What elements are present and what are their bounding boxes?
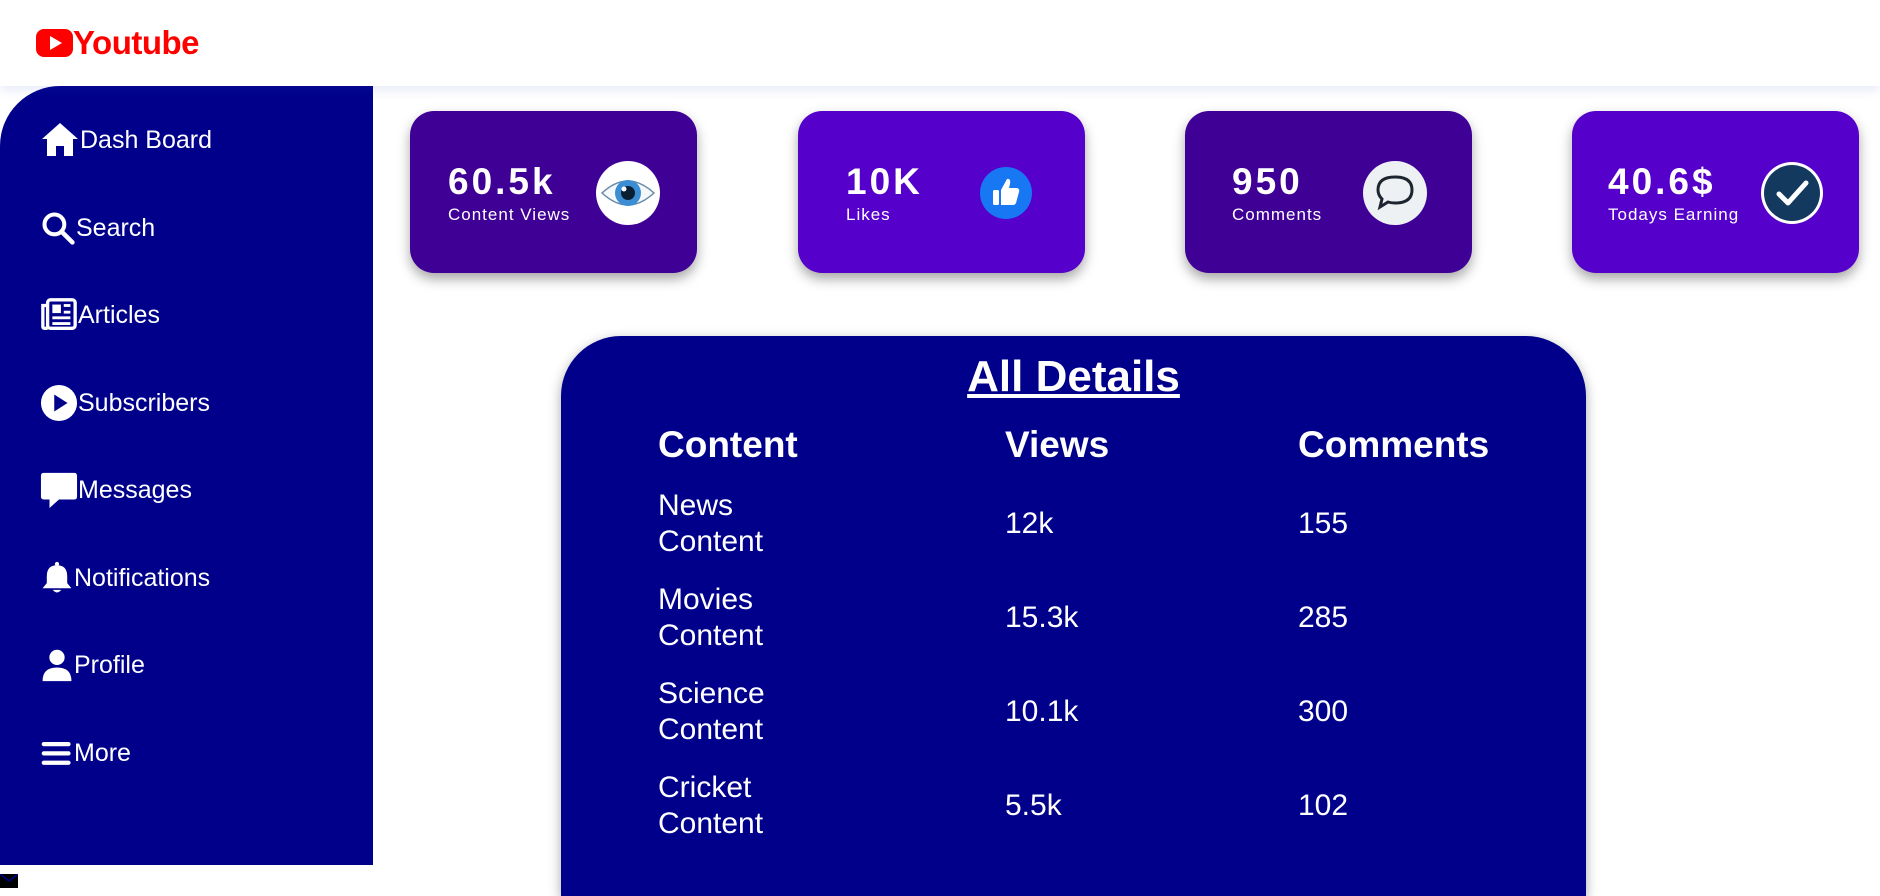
stat-value: 60.5k <box>448 161 556 202</box>
menu-icon <box>40 733 74 773</box>
table-cell-comments: 285 <box>1298 601 1349 634</box>
eye-icon <box>596 161 660 225</box>
sidebar-item-label: Messages <box>78 475 192 504</box>
table-row-content: Cricket Content <box>658 771 764 840</box>
logo-text: Youtube <box>73 24 200 61</box>
youtube-logo[interactable]: Youtube <box>36 24 200 62</box>
panel-title: All Details <box>967 352 1180 401</box>
sidebar-item-notifications[interactable]: Notifications <box>40 558 210 598</box>
sidebar-item-label: Dash Board <box>80 125 213 154</box>
sidebar-item-messages[interactable]: Messages <box>40 470 192 510</box>
sidebar-item-more[interactable]: More <box>40 733 131 773</box>
stat-label: Comments <box>1232 205 1323 224</box>
message-icon <box>40 470 78 510</box>
table-row-content: Movies Content <box>658 583 764 652</box>
envelope-icon <box>0 874 18 888</box>
play-circle-icon <box>40 383 78 423</box>
stat-value: 10K <box>846 161 923 202</box>
home-icon <box>40 120 80 160</box>
stat-card-views[interactable]: 60.5k Content Views <box>410 111 697 273</box>
bell-icon <box>40 558 74 598</box>
stat-label: Likes <box>846 205 891 224</box>
checkmark-icon <box>1761 162 1823 224</box>
sidebar-item-label: Search <box>76 213 156 242</box>
stat-card-comments[interactable]: 950 Comments <box>1185 111 1472 273</box>
sidebar-item-label: Profile <box>74 650 145 679</box>
stat-label: Content Views <box>448 205 571 224</box>
sidebar-item-label: Articles <box>78 300 160 329</box>
stat-label: Todays Earning <box>1608 205 1740 224</box>
table-cell-comments: 155 <box>1298 507 1349 540</box>
sidebar-item-search[interactable]: Search <box>40 208 155 248</box>
sidebar-item-label: More <box>74 738 131 767</box>
search-icon <box>40 208 76 248</box>
sidebar-item-dashboard[interactable]: Dash Board <box>40 120 212 160</box>
stat-card-earning[interactable]: 40.6$ Todays Earning <box>1572 111 1859 273</box>
table-cell-comments: 102 <box>1298 789 1349 822</box>
sidebar-item-articles[interactable]: Articles <box>40 295 160 335</box>
table-row-content: Science Content <box>658 677 765 746</box>
stat-value: 40.6$ <box>1608 161 1716 202</box>
column-header-content: Content <box>658 424 798 465</box>
top-bar: Youtube <box>0 0 1880 86</box>
table-cell-views: 12k <box>1005 507 1054 540</box>
sidebar-item-label: Subscribers <box>78 388 210 417</box>
sidebar-item-label: Notifications <box>74 563 211 592</box>
table-cell-comments: 300 <box>1298 695 1349 728</box>
stat-value: 950 <box>1232 161 1303 202</box>
sidebar-item-subscribers[interactable]: Subscribers <box>40 383 210 423</box>
column-header-views: Views <box>1005 424 1110 465</box>
sidebar-item-profile[interactable]: Profile <box>40 645 145 685</box>
table-cell-views: 15.3k <box>1005 601 1079 634</box>
comment-bubble-icon <box>1363 161 1427 225</box>
table-cell-views: 5.5k <box>1005 789 1062 822</box>
user-icon <box>40 645 74 685</box>
table-row-content: News Content <box>658 489 764 558</box>
stat-card-likes[interactable]: 10K Likes <box>798 111 1085 273</box>
table-cell-views: 10.1k <box>1005 695 1079 728</box>
thumbs-up-icon <box>980 167 1032 219</box>
column-header-comments: Comments <box>1298 424 1490 465</box>
newspaper-icon <box>40 295 78 335</box>
all-details-panel: All Details Content Views Comments News … <box>561 336 1586 896</box>
sidebar: Dash Board Search Articles Subscribers M… <box>0 86 373 888</box>
youtube-play-icon <box>36 29 73 57</box>
